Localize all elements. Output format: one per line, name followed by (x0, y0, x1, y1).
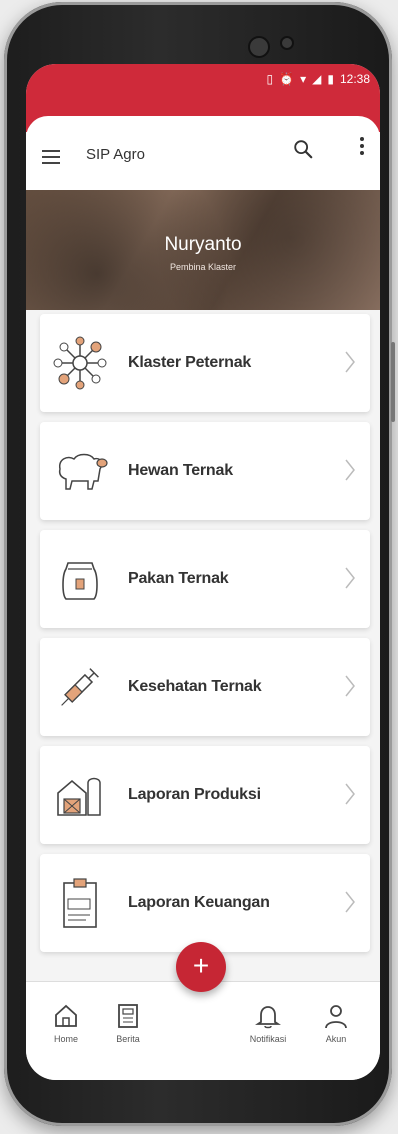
vibrate-icon: ▯ (266, 72, 274, 86)
nav-akun-label: Akun (325, 1034, 347, 1044)
syringe-icon (61, 668, 99, 706)
alarm-icon: ⏰ (279, 72, 295, 86)
menu-label: Laporan Produksi (128, 786, 261, 803)
barn-icon (57, 777, 101, 816)
nav-akun[interactable]: Akun (306, 1002, 366, 1044)
more-vert-icon[interactable] (358, 134, 366, 162)
feed-bag-icon (62, 562, 98, 600)
user-role: Pembina Klaster (169, 262, 237, 272)
chevron-right-icon (345, 567, 355, 589)
screen: ▯ ⏰ ▾ ◢ ▮ 12:38 SIP Agro Nuryanto Pembin… (26, 64, 380, 1080)
user-icon (325, 1005, 347, 1029)
wifi-icon: ▾ (300, 72, 307, 86)
battery-icon: ▮ (327, 72, 334, 86)
signal-icon: ◢ (312, 72, 322, 86)
menu-label: Kesehatan Ternak (128, 678, 262, 695)
phone-frame: ▯ ⏰ ▾ ◢ ▮ 12:38 SIP Agro Nuryanto Pembin… (4, 2, 395, 1126)
menu-label: Klaster Peternak (128, 354, 252, 371)
menu-label: Pakan Ternak (128, 570, 229, 587)
nav-home[interactable]: Home (36, 1002, 96, 1044)
nav-notifikasi-label: Notifikasi (249, 1034, 287, 1044)
user-name: Nuryanto (164, 234, 242, 255)
news-icon (118, 1004, 138, 1028)
menu-label: Hewan Ternak (128, 462, 233, 479)
cluster-icon (53, 336, 107, 390)
sensor (280, 36, 294, 50)
chevron-right-icon (345, 783, 355, 805)
app-bar: SIP Agro (26, 116, 380, 190)
menu-label: Laporan Keuangan (128, 894, 270, 911)
menu-item-laporan-keuangan[interactable]: Laporan Keuangan (40, 854, 370, 952)
menu-item-kesehatan-ternak[interactable]: Kesehatan Ternak (40, 638, 370, 736)
bell-icon (255, 1006, 281, 1029)
sheep-icon (58, 453, 108, 490)
nav-berita-label: Berita (116, 1034, 140, 1044)
status-icons: ▯ ⏰ ▾ ◢ ▮ 12:38 (267, 72, 370, 86)
nav-berita[interactable]: Berita (98, 1002, 158, 1044)
chevron-right-icon (345, 459, 355, 481)
side-button (391, 342, 395, 422)
status-time: 12:38 (339, 72, 370, 86)
bottom-navigation: + Home Berita Notifikasi Akun (26, 942, 380, 1080)
profile-banner: Nuryanto Pembina Klaster (26, 190, 380, 310)
add-fab-button[interactable]: + (176, 942, 226, 992)
app-title: SIP Agro (86, 146, 145, 163)
chevron-right-icon (345, 351, 355, 373)
menu-item-laporan-produksi[interactable]: Laporan Produksi (40, 746, 370, 844)
main-menu: Klaster Peternak Hewan Ternak Pakan Tern… (40, 314, 370, 962)
home-icon (55, 1004, 77, 1027)
chevron-right-icon (345, 675, 355, 697)
menu-item-pakan-ternak[interactable]: Pakan Ternak (40, 530, 370, 628)
chevron-right-icon (345, 891, 355, 913)
menu-item-klaster-peternak[interactable]: Klaster Peternak (40, 314, 370, 412)
nav-notifikasi[interactable]: Notifikasi (238, 1002, 298, 1044)
front-camera (248, 36, 270, 58)
search-icon[interactable] (292, 138, 314, 160)
clipboard-icon (63, 878, 97, 928)
menu-icon[interactable] (42, 150, 60, 168)
nav-home-label: Home (53, 1034, 78, 1044)
menu-item-hewan-ternak[interactable]: Hewan Ternak (40, 422, 370, 520)
